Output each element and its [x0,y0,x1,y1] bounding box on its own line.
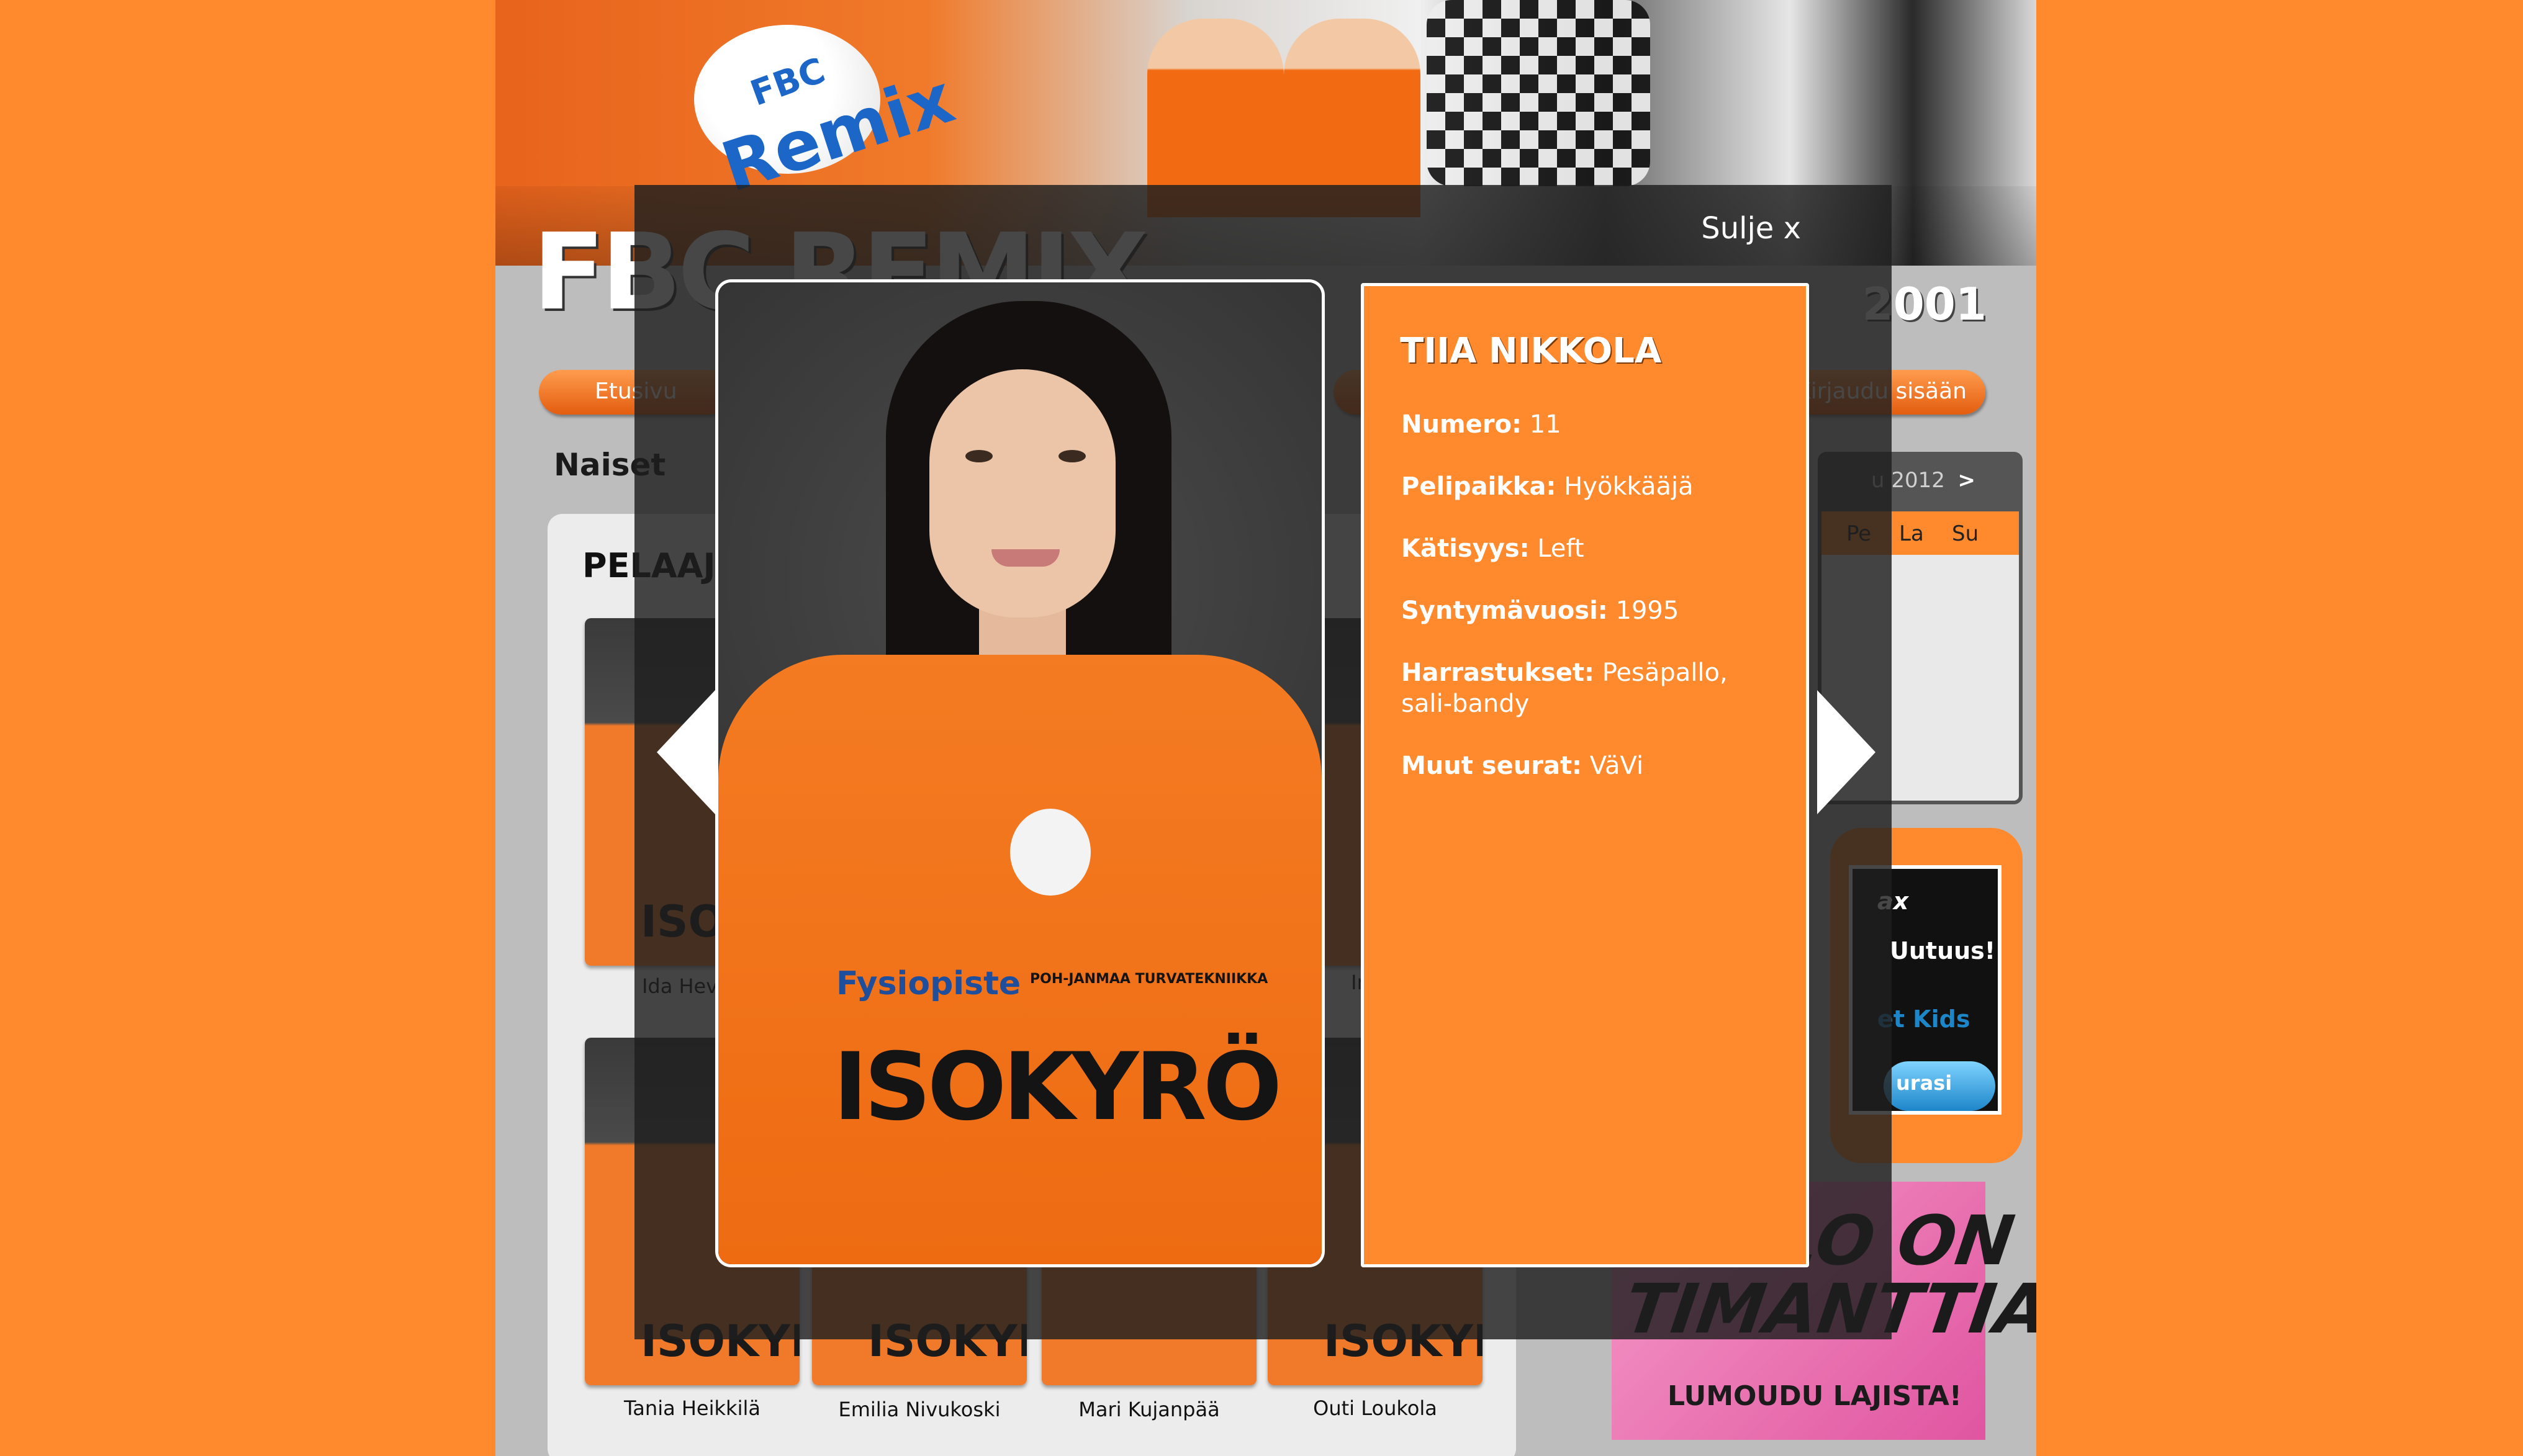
info-row-number: Numero: 11 [1401,409,1774,440]
player-name-heading: TIIA NIKKOLA [1400,331,1662,371]
info-label: Kätisyys: [1401,534,1530,563]
lightbox-close-button[interactable]: Sulje x [1701,211,1801,246]
next-player-arrow-icon[interactable] [1817,690,1875,814]
weekday-label: La [1899,521,1924,546]
shirt-sponsor-2-text: POH-JANMAA TURVATEKNIIKKA [1030,971,1268,987]
info-label: Pelipaikka: [1401,472,1556,501]
weekday-label: Su [1952,521,1979,546]
info-row-birth-year: Syntymävuosi: 1995 [1401,595,1774,626]
player-photo: Fysiopiste POH-JANMAA TURVATEKNIIKKA ISO… [715,279,1325,1267]
info-label: Harrastukset: [1401,658,1594,687]
info-row-handedness: Kätisyys: Left [1401,533,1774,564]
photo-face [929,369,1116,618]
info-value: Hyökkääjä [1564,472,1694,501]
info-value: 11 [1529,410,1561,439]
player-name[interactable]: Outi Loukola [1268,1396,1483,1420]
info-row-hobbies: Harrastukset: Pesäpallo, sali-bandy [1401,657,1774,719]
shirt-main-text: ISOKYRÖ [833,1033,1282,1141]
info-value: 1995 [1615,596,1679,625]
info-row-other-clubs: Muut seurat: VäVi [1401,750,1774,781]
ad-1-button-label: urasi [1896,1071,1952,1095]
player-lightbox: Sulje x Fysiopiste POH-JANMAA TURVATEKNI… [634,185,1892,1339]
remix-badge-logo: FBC Remix [694,25,963,207]
player-name[interactable]: Mari Kujanpää [1042,1398,1257,1421]
photo-shirt [718,655,1322,1264]
player-name[interactable]: Emilia Nivukoski [812,1398,1027,1421]
player-name[interactable]: Tania Heikkilä [585,1396,800,1420]
shirt-sponsor-text: Fysiopiste [836,965,1021,1002]
calendar-next-button[interactable]: > [1958,468,1976,493]
ad-1-line: Uutuus! [1890,937,1996,964]
info-row-position: Pelipaikka: Hyökkääjä [1401,471,1774,502]
photo-eye [1058,450,1086,462]
previous-player-arrow-icon[interactable] [657,690,715,814]
photo-mouth [991,549,1060,567]
photo-eye [965,450,993,462]
info-label: Numero: [1401,410,1522,439]
info-label: Syntymävuosi: [1401,596,1608,625]
info-value: VäVi [1589,752,1644,780]
ad-2-tagline: LUMOUDU LAJISTA! [1668,1380,1962,1412]
shirt-club-logo [1010,809,1091,896]
header-photo-goalie [1427,0,1650,186]
info-label: Muut seurat: [1401,752,1582,780]
player-info-panel: TIIA NIKKOLA Numero: 11 Pelipaikka: Hyök… [1361,283,1809,1267]
info-value: Left [1537,534,1584,563]
